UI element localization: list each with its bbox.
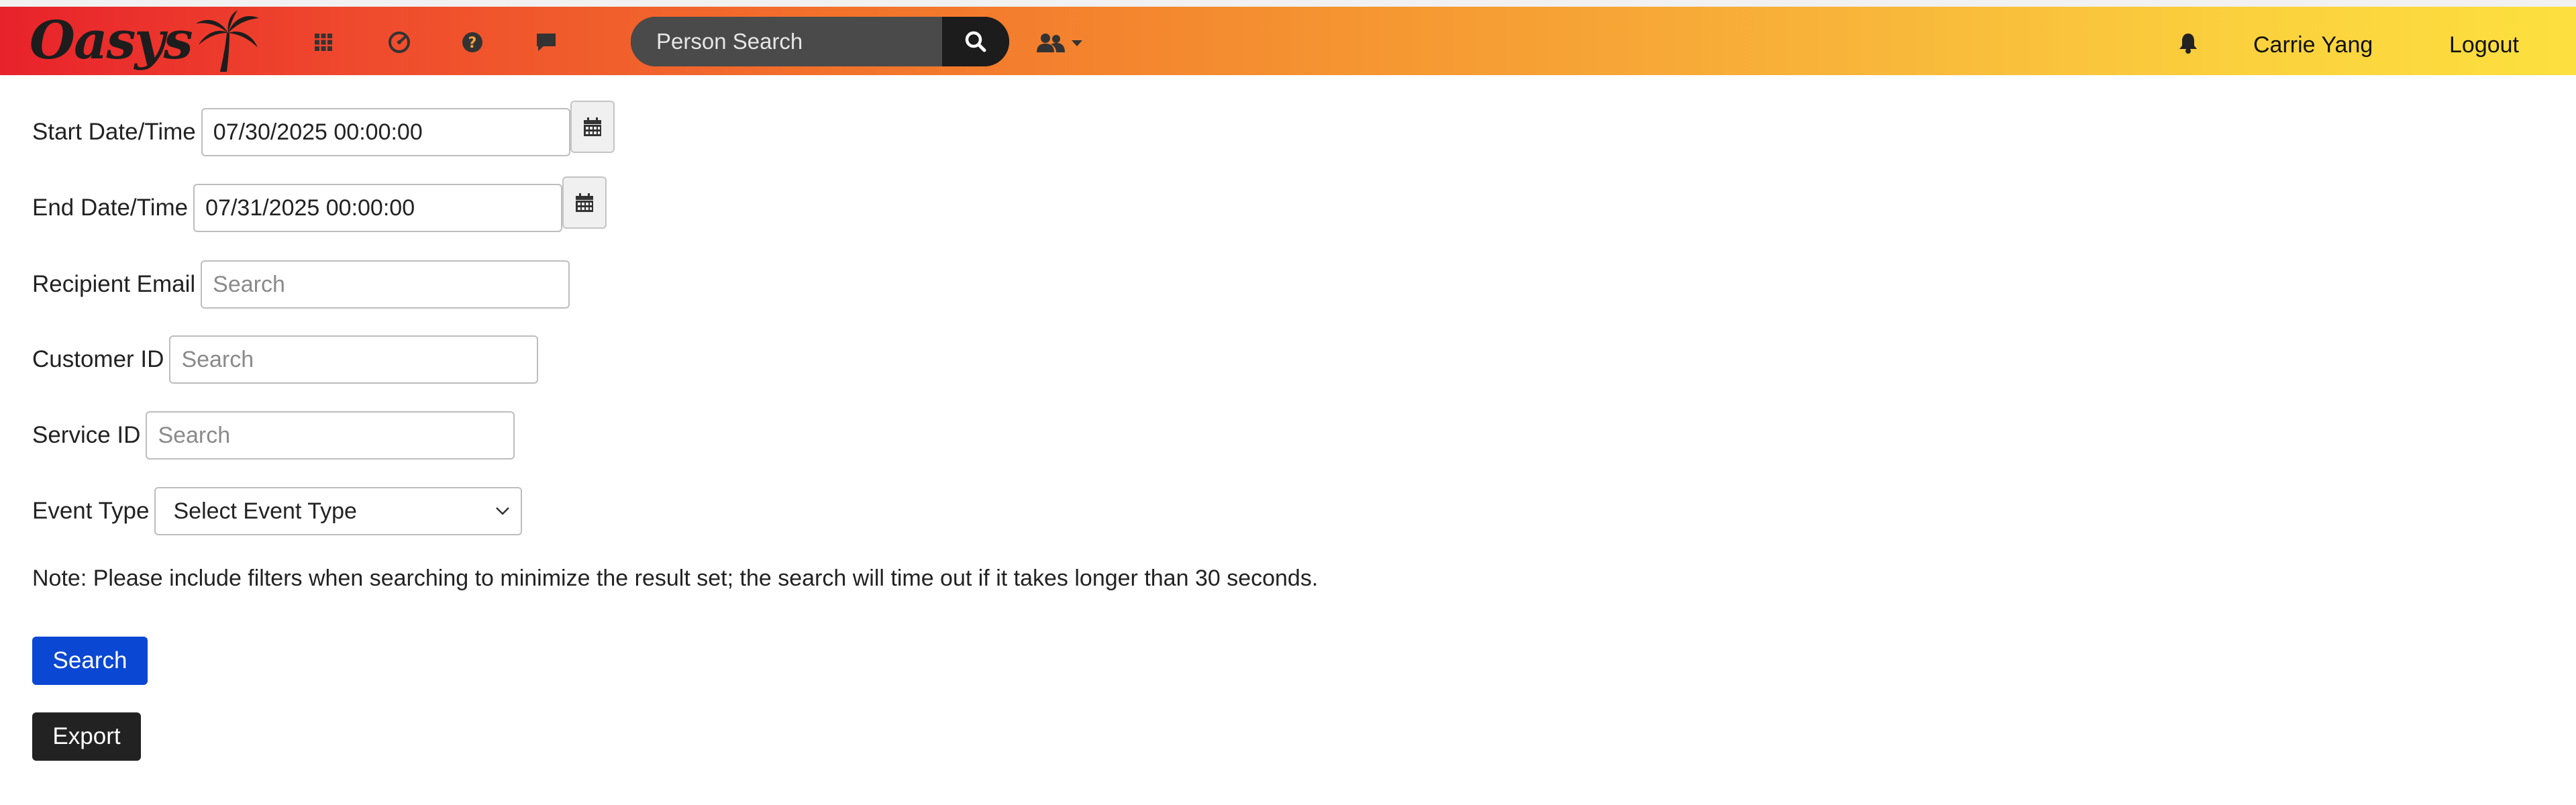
svg-text:?: ? — [468, 35, 477, 52]
chevron-down-icon — [496, 507, 510, 515]
recipient-email-row: Recipient Email — [32, 260, 570, 309]
people-icon — [1037, 34, 1065, 52]
service-id-label: Service ID — [32, 422, 141, 448]
service-id-row: Service ID — [32, 411, 515, 460]
recipient-email-label: Recipient Email — [32, 271, 196, 297]
start-datetime-row: Start Date/Time — [32, 101, 615, 158]
dashboard-gauge-icon[interactable] — [386, 29, 413, 56]
people-menu[interactable] — [1036, 30, 1083, 56]
top-border — [0, 0, 2576, 7]
start-datetime-input[interactable] — [201, 108, 570, 156]
user-name[interactable]: Carrie Yang — [2253, 32, 2373, 58]
end-datetime-input[interactable] — [193, 184, 563, 232]
logo-text: Oasys — [30, 10, 193, 71]
event-type-row: Event Type Select Event Type — [32, 487, 523, 535]
palm-tree-icon — [195, 10, 259, 72]
search-icon — [965, 31, 986, 52]
customer-id-row: Customer ID — [32, 335, 539, 384]
start-datetime-label: Start Date/Time — [32, 119, 196, 145]
logout-link[interactable]: Logout — [2449, 32, 2519, 58]
end-datetime-label: End Date/Time — [32, 195, 189, 221]
event-type-label: Event Type — [32, 498, 150, 524]
person-search-button[interactable] — [942, 17, 1009, 66]
service-id-input[interactable] — [146, 411, 515, 460]
event-type-selected-value: Select Event Type — [173, 498, 357, 524]
calendar-icon — [576, 193, 594, 212]
event-type-select[interactable]: Select Event Type — [154, 487, 523, 535]
customer-id-input[interactable] — [169, 335, 539, 384]
search-button[interactable]: Search — [32, 637, 148, 685]
apps-grid-icon[interactable] — [310, 29, 337, 56]
logo[interactable]: Oasys — [30, 10, 260, 72]
top-navbar: Oasys ? Person Search Carrie Yang Logout — [0, 7, 2576, 75]
end-datetime-row: End Date/Time — [32, 176, 607, 234]
caret-down-icon — [1072, 40, 1082, 46]
customer-id-label: Customer ID — [32, 346, 164, 372]
person-search — [631, 17, 1009, 66]
start-date-picker-button[interactable] — [570, 101, 615, 153]
calendar-icon — [583, 117, 601, 136]
bell-icon[interactable] — [2178, 32, 2198, 57]
search-timeout-note: Note: Please include filters when search… — [32, 566, 1319, 591]
chat-icon[interactable] — [533, 29, 560, 56]
help-icon[interactable]: ? — [459, 29, 486, 56]
export-button[interactable]: Export — [32, 712, 141, 761]
recipient-email-input[interactable] — [201, 260, 570, 309]
end-date-picker-button[interactable] — [562, 176, 607, 229]
person-search-input[interactable] — [631, 17, 942, 66]
